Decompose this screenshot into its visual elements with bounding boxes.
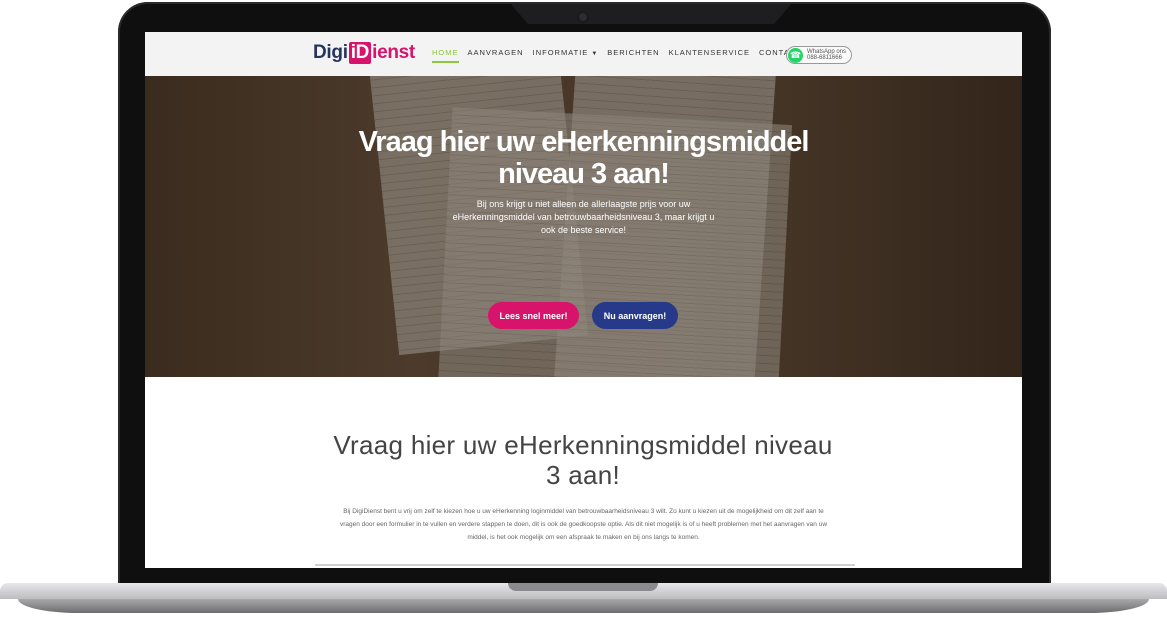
lid-sheen xyxy=(511,4,791,24)
hero-section: Vraag hier uw eHerkenningsmiddel niveau … xyxy=(145,76,1022,377)
base-bottom xyxy=(18,599,1149,613)
chevron-down-icon: ▼ xyxy=(591,51,599,57)
nav-item-home[interactable]: HOME xyxy=(432,48,459,63)
content-text: Bij DigiDienst bent u vrij om zelf te ki… xyxy=(339,508,828,541)
base-notch xyxy=(508,583,658,591)
content-title: Vraag hier uw eHerkenningsmiddel niveau … xyxy=(333,430,833,490)
laptop-base xyxy=(0,583,1167,619)
whatsapp-text: WhatsApp ons 088-6811666 xyxy=(807,49,846,61)
logo-text-3: ienst xyxy=(372,42,415,63)
main-nav: HOME AANVRAGEN INFORMATIE ▼ BERICHTEN KLA… xyxy=(432,48,821,63)
nav-item-label: BERICHTEN xyxy=(607,48,660,57)
camera xyxy=(579,13,587,21)
nav-item-label: INFORMATIE xyxy=(532,48,589,57)
navbar: Digi iD ienst HOME AANVRAGEN INFORMATIE ▼… xyxy=(145,32,1022,76)
content-divider xyxy=(315,564,855,566)
logo-text-1: Digi xyxy=(313,42,348,63)
nav-item-klantenservice[interactable]: KLANTENSERVICE xyxy=(669,48,750,57)
nav-item-label: AANVRAGEN xyxy=(467,48,524,57)
hero-title: Vraag hier uw eHerkenningsmiddel niveau … xyxy=(358,126,810,190)
logo-text-2: iD xyxy=(348,42,372,64)
whatsapp-button[interactable]: ☎ WhatsApp ons 088-6811666 xyxy=(786,46,852,64)
nav-item-aanvragen[interactable]: AANVRAGEN xyxy=(468,48,524,57)
nav-item-label: KLANTENSERVICE xyxy=(668,48,750,57)
hero-text: Bij ons krijgt u niet alleen de allerlaa… xyxy=(452,199,715,235)
screen: Digi iD ienst HOME AANVRAGEN INFORMATIE ▼… xyxy=(145,32,1022,568)
whatsapp-line2: 088-6811666 xyxy=(807,55,842,61)
whatsapp-icon: ☎ xyxy=(788,47,803,63)
read-more-button[interactable]: Lees snel meer! xyxy=(488,302,579,329)
logo[interactable]: Digi iD ienst xyxy=(313,42,415,64)
apply-now-button[interactable]: Nu aanvragen! xyxy=(592,302,678,329)
nav-item-label: HOME xyxy=(432,48,459,57)
nav-item-informatie[interactable]: INFORMATIE ▼ xyxy=(533,48,599,57)
nav-item-berichten[interactable]: BERICHTEN xyxy=(607,48,659,57)
